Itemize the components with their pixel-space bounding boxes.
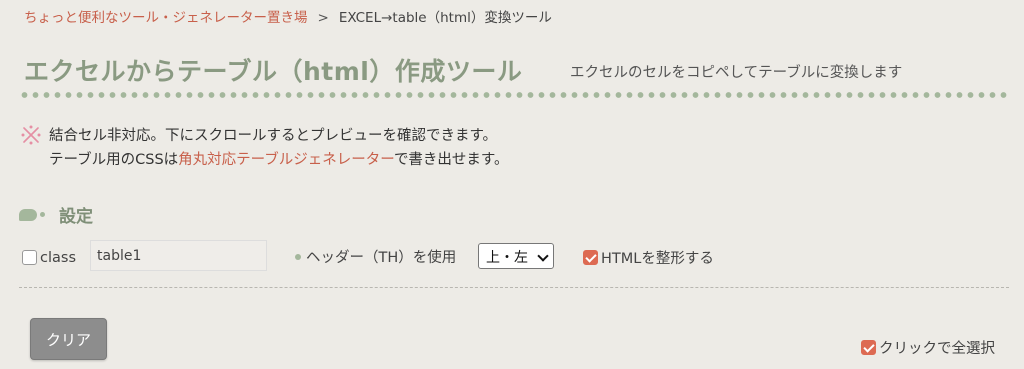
asterisk-mark-icon xyxy=(21,125,41,145)
header-select[interactable]: 上・左 xyxy=(478,243,554,269)
breadcrumb-separator: > xyxy=(317,10,329,26)
select-all-checkbox[interactable] xyxy=(861,340,876,355)
round-table-generator-link[interactable]: 角丸対応テーブルジェネレーター xyxy=(178,152,394,168)
class-label: class xyxy=(40,249,76,266)
clear-button[interactable]: クリア xyxy=(30,318,107,360)
note-line-2-prefix: テーブル用のCSSは xyxy=(49,152,179,168)
page-subtitle: エクセルのセルをコピペしてテーブルに変換します xyxy=(570,65,903,81)
header-label: ヘッダー（TH）を使用 xyxy=(306,250,457,266)
breadcrumb-home-link[interactable]: ちょっと便利なツール・ジェネレーター置き場 xyxy=(24,10,308,26)
format-html-checkbox[interactable] xyxy=(583,250,598,265)
dotted-divider xyxy=(19,91,1009,99)
settings-title: 設定 xyxy=(59,207,93,227)
format-html-option[interactable]: HTMLを整形する xyxy=(583,247,714,268)
breadcrumb: ちょっと便利なツール・ジェネレーター置き場 > EXCEL→table（html）変… xyxy=(24,6,552,26)
breadcrumb-current: EXCEL→table（html）変換ツール xyxy=(338,10,552,26)
note-line-2-suffix: で書き出せます。 xyxy=(393,152,509,168)
bullet-icon xyxy=(295,253,301,260)
leaf-icon xyxy=(19,208,37,221)
dashed-divider xyxy=(19,287,1009,288)
note-line-2: テーブル用のCSSは角丸対応テーブルジェネレーターで書き出せます。 xyxy=(49,148,509,169)
select-all-label: クリックで全選択 xyxy=(879,341,995,357)
page-title: エクセルからテーブル（html）作成ツール xyxy=(24,57,523,86)
note-line-1: 結合セル非対応。下にスクロールするとプレビューを確認できます。 xyxy=(49,128,498,144)
settings-heading: 設定 xyxy=(19,202,93,227)
header-option: ヘッダー（TH）を使用 xyxy=(295,246,456,267)
header-select-value: 上・左 xyxy=(486,250,528,266)
class-checkbox[interactable] xyxy=(22,250,37,265)
class-option[interactable]: class xyxy=(22,247,76,266)
dot-icon xyxy=(40,212,45,217)
chevron-down-icon xyxy=(537,250,549,262)
class-name-input[interactable] xyxy=(90,240,267,271)
select-all-option[interactable]: クリックで全選択 xyxy=(861,337,995,358)
format-html-label: HTMLを整形する xyxy=(601,251,714,267)
